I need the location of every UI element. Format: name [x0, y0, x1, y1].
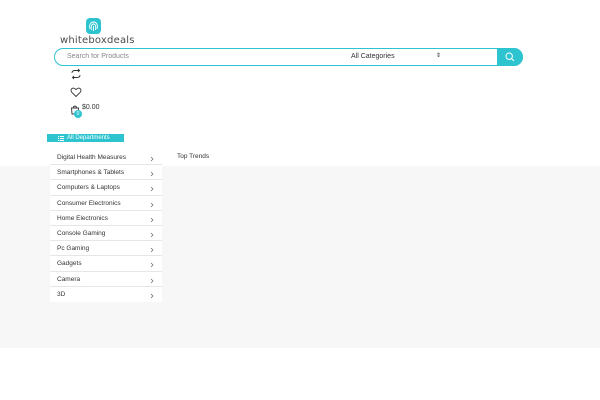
- category-select-value: All Categories: [351, 53, 395, 60]
- chevron-right-icon: [150, 187, 154, 192]
- department-item-label: Home Electronics: [57, 214, 108, 222]
- department-item[interactable]: Gadgets: [50, 256, 162, 272]
- site-logo[interactable]: whiteboxdeals: [60, 18, 135, 48]
- chevron-right-icon: [150, 263, 154, 268]
- department-item-label: Consumer Electronics: [57, 199, 121, 207]
- chevron-right-icon: [150, 202, 154, 207]
- fingerprint-logo-icon: [86, 18, 101, 34]
- chevron-right-icon: [150, 278, 154, 283]
- search-bar: All Categories ⇕: [54, 47, 523, 66]
- category-select[interactable]: All Categories ⇕: [351, 50, 498, 63]
- department-item-label: Pc Gaming: [57, 245, 90, 253]
- search-icon: [505, 51, 515, 61]
- logo-text: whiteboxdeals: [60, 35, 135, 46]
- cart-total: $0.00: [82, 104, 100, 111]
- chevron-right-icon: [150, 232, 154, 238]
- department-item-label: Camera: [57, 275, 81, 283]
- chevron-right-icon: [150, 156, 154, 162]
- department-item[interactable]: Console Gaming: [50, 226, 162, 242]
- chevron-right-icon: [150, 171, 154, 177]
- department-item[interactable]: 3D: [50, 287, 162, 302]
- department-item[interactable]: Consumer Electronics: [50, 196, 162, 211]
- departments-list: Digital Health Measures Smartphones & Ta…: [50, 150, 162, 302]
- department-item-label: Computers & Laptops: [57, 184, 120, 192]
- department-item-label: Digital Health Measures: [57, 154, 127, 161]
- all-departments-label: All Departments: [67, 135, 110, 141]
- department-item[interactable]: Digital Health Measures: [50, 150, 162, 166]
- cart-count-badge: 0: [74, 110, 82, 118]
- heart-icon[interactable]: [70, 86, 82, 98]
- select-arrows-icon: ⇕: [436, 53, 442, 59]
- chevron-right-icon: [150, 247, 154, 253]
- department-item-label: Smartphones & Tablets: [57, 169, 125, 177]
- department-item-label: 3D: [57, 290, 66, 298]
- department-item[interactable]: Smartphones & Tablets: [50, 165, 162, 181]
- chevron-right-icon: [150, 217, 154, 222]
- search-button[interactable]: [497, 47, 523, 66]
- top-trends-title: Top Trends: [177, 153, 210, 160]
- cart[interactable]: 0 $0.00: [70, 103, 110, 119]
- all-departments-button[interactable]: All Departments: [47, 134, 124, 142]
- department-item-label: Console Gaming: [57, 229, 106, 237]
- department-item[interactable]: Computers & Laptops: [50, 180, 162, 196]
- department-item[interactable]: Camera: [50, 272, 162, 287]
- department-item-label: Gadgets: [57, 260, 82, 268]
- department-item[interactable]: Pc Gaming: [50, 241, 162, 257]
- compare-icon[interactable]: [70, 68, 82, 80]
- department-item[interactable]: Home Electronics: [50, 211, 162, 226]
- chevron-right-icon: [150, 293, 154, 298]
- search-input[interactable]: [67, 50, 337, 63]
- menu-icon: [58, 136, 64, 141]
